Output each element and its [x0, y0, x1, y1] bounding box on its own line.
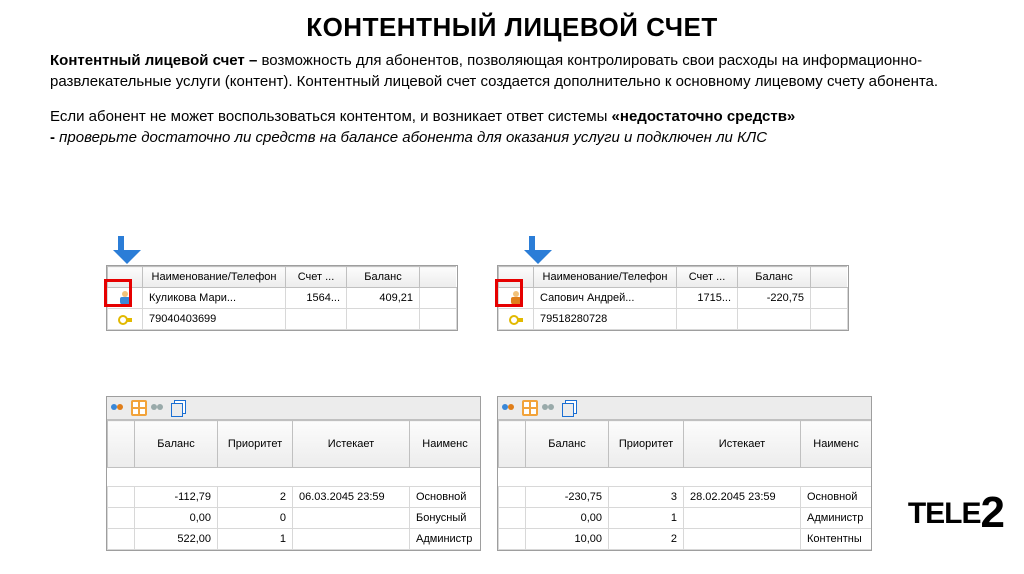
toolbar	[498, 397, 871, 420]
table-row[interactable]: 522,00 1 Администр	[108, 529, 481, 550]
col-name[interactable]: Наименование/Телефон	[534, 267, 677, 288]
col-expires[interactable]: Истекает	[684, 421, 801, 468]
intro-text: Контентный лицевой счет – возможность дл…	[50, 50, 940, 148]
col-balance[interactable]: Баланс	[135, 421, 218, 468]
balance-panel-right: Баланс Приоритет Истекает Наименс -230,7…	[497, 396, 872, 551]
cell-account: 1564...	[286, 288, 347, 309]
col-priority[interactable]: Приоритет	[218, 421, 293, 468]
col-balance[interactable]: Баланс	[526, 421, 609, 468]
table-header-row: Баланс Приоритет Истекает Наименс	[499, 421, 872, 468]
account-table: Наименование/Телефон Счет ... Баланс Сап…	[498, 266, 848, 330]
cell-name: Куликова Мари...	[143, 288, 286, 309]
col-name[interactable]: Наименс	[801, 421, 872, 468]
col-expires[interactable]: Истекает	[293, 421, 410, 468]
toolbar	[107, 397, 480, 420]
balance-table: Баланс Приоритет Истекает Наименс -230,7…	[498, 420, 871, 550]
col-name[interactable]: Наименование/Телефон	[143, 267, 286, 288]
account-table: Наименование/Телефон Счет ... Баланс Кул…	[107, 266, 457, 330]
col-account[interactable]: Счет ...	[677, 267, 738, 288]
users-colored-icon[interactable]	[111, 400, 127, 416]
tele2-logo: TELE2	[908, 484, 1004, 534]
copy-icon[interactable]	[562, 403, 574, 417]
highlight-box	[104, 279, 132, 307]
highlight-box	[495, 279, 523, 307]
users-grey-icon[interactable]	[151, 400, 167, 416]
intro-lead: Контентный лицевой счет –	[50, 52, 257, 69]
copy-icon[interactable]	[171, 403, 183, 417]
table-row[interactable]: -230,75 3 28.02.2045 23:59 Основной	[499, 487, 872, 508]
cell-account: 1715...	[677, 288, 738, 309]
cell-phone: 79040403699	[143, 309, 286, 330]
arrow-down-icon	[118, 236, 124, 254]
cell-phone: 79518280728	[534, 309, 677, 330]
table-row[interactable]: 79518280728	[499, 309, 848, 330]
cell-balance: -220,75	[738, 288, 811, 309]
grid-icon[interactable]	[131, 400, 147, 416]
col-name[interactable]: Наименс	[410, 421, 481, 468]
table-header-row: Наименование/Телефон Счет ... Баланс	[108, 267, 457, 288]
balance-table: Баланс Приоритет Истекает Наименс -112,7…	[107, 420, 480, 550]
table-row[interactable]: 0,00 1 Администр	[499, 508, 872, 529]
col-balance[interactable]: Баланс	[347, 267, 420, 288]
col-account[interactable]: Счет ...	[286, 267, 347, 288]
col-balance[interactable]: Баланс	[738, 267, 811, 288]
grid-icon[interactable]	[522, 400, 538, 416]
key-icon	[509, 312, 523, 326]
table-header-row: Баланс Приоритет Истекает Наименс	[108, 421, 481, 468]
table-row[interactable]: 79040403699	[108, 309, 457, 330]
table-row[interactable]: 10,00 2 Контентны	[499, 529, 872, 550]
page-title: КОНТЕНТНЫЙ ЛИЦЕВОЙ СЧЕТ	[0, 12, 1024, 43]
balance-panel-left: Баланс Приоритет Истекает Наименс -112,7…	[106, 396, 481, 551]
key-icon	[118, 312, 132, 326]
table-row[interactable]: Куликова Мари... 1564... 409,21	[108, 288, 457, 309]
account-panel-right: Наименование/Телефон Счет ... Баланс Сап…	[497, 265, 849, 331]
account-panel-left: Наименование/Телефон Счет ... Баланс Кул…	[106, 265, 458, 331]
cell-name: Сапович Андрей...	[534, 288, 677, 309]
users-grey-icon[interactable]	[542, 400, 558, 416]
table-row[interactable]: Сапович Андрей... 1715... -220,75	[499, 288, 848, 309]
col-priority[interactable]: Приоритет	[609, 421, 684, 468]
table-row[interactable]: -112,79 2 06.03.2045 23:59 Основной	[108, 487, 481, 508]
users-colored-icon[interactable]	[502, 400, 518, 416]
arrow-down-icon	[529, 236, 535, 254]
cell-balance: 409,21	[347, 288, 420, 309]
table-row[interactable]: 0,00 0 Бонусный	[108, 508, 481, 529]
table-header-row: Наименование/Телефон Счет ... Баланс	[499, 267, 848, 288]
